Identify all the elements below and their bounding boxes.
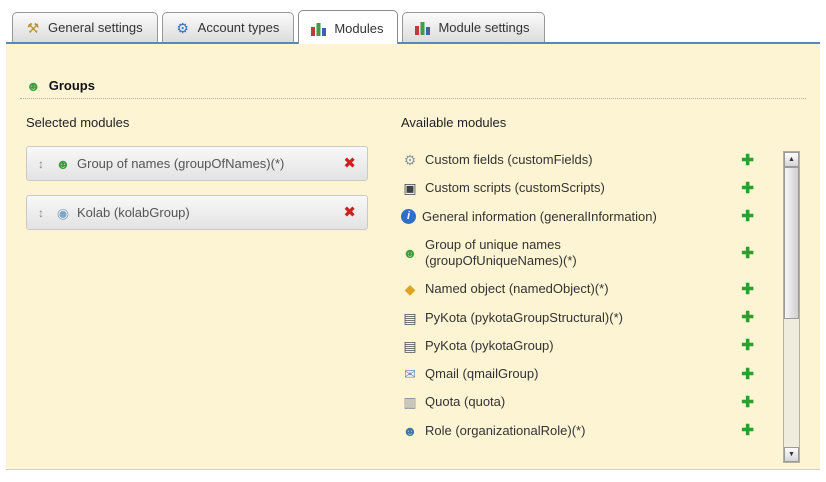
module-label: Quota (quota) bbox=[425, 394, 505, 410]
selected-modules-heading: Selected modules bbox=[26, 115, 401, 130]
module-label: Group of unique names (groupOfUniqueName… bbox=[425, 237, 693, 270]
selected-module-row: ↕ ☻ Group of names (groupOfNames)(*) ✖ bbox=[26, 146, 368, 181]
module-label: Named object (namedObject)(*) bbox=[425, 281, 609, 297]
tab-modules[interactable]: Modules bbox=[298, 10, 398, 44]
scroll-down-button[interactable]: ▼ bbox=[784, 447, 799, 462]
tab-module-settings[interactable]: Module settings bbox=[402, 12, 544, 42]
add-module-button[interactable]: ✚ bbox=[741, 282, 754, 297]
module-label: Group of names (groupOfNames)(*) bbox=[77, 156, 284, 171]
available-module-row: i General information (generalInformatio… bbox=[401, 203, 754, 231]
available-modules-heading: Available modules bbox=[401, 115, 754, 130]
selected-modules-panel: Selected modules ↕ ☻ Group of names (gro… bbox=[26, 115, 401, 244]
tools-icon: ⚙ bbox=[401, 152, 419, 168]
available-module-row: ▤ PyKota (pykotaGroup) ✚ bbox=[401, 332, 754, 360]
add-module-button[interactable]: ✚ bbox=[741, 310, 754, 325]
selected-module-row: ↕ ◉ Kolab (kolabGroup) ✖ bbox=[26, 195, 368, 230]
available-module-row: ▣ Custom scripts (customScripts) ✚ bbox=[401, 174, 754, 202]
gear-icon: ⚙ bbox=[175, 21, 191, 35]
available-module-row: ◆ Named object (namedObject)(*) ✚ bbox=[401, 275, 754, 303]
module-columns: Selected modules ↕ ☻ Group of names (gro… bbox=[26, 115, 800, 445]
tab-label: General settings bbox=[48, 20, 143, 35]
module-label: Kolab (kolabGroup) bbox=[77, 205, 190, 220]
module-label: PyKota (pykotaGroup) bbox=[425, 338, 554, 354]
available-module-row: ☻ Role (organizationalRole)(*) ✚ bbox=[401, 417, 754, 445]
module-label: PyKota (pykotaGroupStructural)(*) bbox=[425, 310, 623, 326]
drag-handle-icon[interactable]: ↕ bbox=[38, 206, 44, 220]
add-module-button[interactable]: ✚ bbox=[741, 246, 754, 261]
bar-chart-icon bbox=[311, 22, 327, 36]
kolab-icon: ◉ bbox=[54, 205, 72, 221]
available-modules-list: ⚙ Custom fields (customFields) ✚ ▣ Custo… bbox=[401, 146, 754, 445]
document-icon: ▥ bbox=[401, 394, 419, 410]
info-icon: i bbox=[401, 209, 416, 224]
wrench-icon: ⚒ bbox=[25, 21, 41, 35]
add-module-button[interactable]: ✚ bbox=[741, 338, 754, 353]
tab-general-settings[interactable]: ⚒ General settings bbox=[12, 12, 158, 42]
groups-icon: ☻ bbox=[26, 79, 41, 93]
tab-label: Module settings bbox=[438, 20, 529, 35]
group-icon: ☻ bbox=[401, 245, 419, 261]
terminal-icon: ▣ bbox=[401, 180, 419, 196]
section-header: ☻ Groups bbox=[26, 78, 800, 93]
available-modules-panel: Available modules ⚙ Custom fields (custo… bbox=[401, 115, 800, 445]
group-icon: ☻ bbox=[54, 156, 72, 172]
tab-label: Modules bbox=[334, 21, 383, 36]
tab-account-types[interactable]: ⚙ Account types bbox=[162, 12, 295, 42]
module-label: Custom scripts (customScripts) bbox=[425, 180, 605, 196]
content-panel: ☻ Groups Selected modules ↕ ☻ Group of n… bbox=[6, 42, 820, 470]
module-label: Role (organizationalRole)(*) bbox=[425, 423, 585, 439]
add-module-button[interactable]: ✚ bbox=[741, 209, 754, 224]
section-divider bbox=[20, 98, 806, 99]
available-module-row: ⚙ Custom fields (customFields) ✚ bbox=[401, 146, 754, 174]
remove-module-button[interactable]: ✖ bbox=[343, 205, 356, 220]
module-label: Custom fields (customFields) bbox=[425, 152, 593, 168]
remove-module-button[interactable]: ✖ bbox=[343, 156, 356, 171]
scroll-thumb[interactable] bbox=[784, 167, 799, 319]
add-module-button[interactable]: ✚ bbox=[741, 367, 754, 382]
available-module-row: ✉ Qmail (qmailGroup) ✚ bbox=[401, 360, 754, 388]
add-module-button[interactable]: ✚ bbox=[741, 395, 754, 410]
lamp-icon: ◆ bbox=[401, 281, 419, 297]
add-module-button[interactable]: ✚ bbox=[741, 181, 754, 196]
bar-chart-icon bbox=[415, 21, 431, 35]
section-title: Groups bbox=[49, 78, 95, 93]
module-label: Qmail (qmailGroup) bbox=[425, 366, 538, 382]
group-icon: ☻ bbox=[401, 423, 419, 439]
tab-label: Account types bbox=[198, 20, 280, 35]
drag-handle-icon[interactable]: ↕ bbox=[38, 157, 44, 171]
module-label: General information (generalInformation) bbox=[422, 209, 657, 225]
printer-icon: ▤ bbox=[401, 338, 419, 354]
scroll-track[interactable] bbox=[784, 167, 799, 447]
printer-icon: ▤ bbox=[401, 310, 419, 326]
scroll-up-button[interactable]: ▲ bbox=[784, 152, 799, 167]
available-module-row: ☻ Group of unique names (groupOfUniqueNa… bbox=[401, 231, 754, 276]
add-module-button[interactable]: ✚ bbox=[741, 423, 754, 438]
mail-icon: ✉ bbox=[401, 366, 419, 382]
tab-bar: ⚒ General settings ⚙ Account types Modul… bbox=[12, 0, 545, 42]
available-module-row: ▥ Quota (quota) ✚ bbox=[401, 388, 754, 416]
scrollbar: ▲ ▼ bbox=[783, 151, 800, 463]
available-module-row: ▤ PyKota (pykotaGroupStructural)(*) ✚ bbox=[401, 304, 754, 332]
add-module-button[interactable]: ✚ bbox=[741, 153, 754, 168]
